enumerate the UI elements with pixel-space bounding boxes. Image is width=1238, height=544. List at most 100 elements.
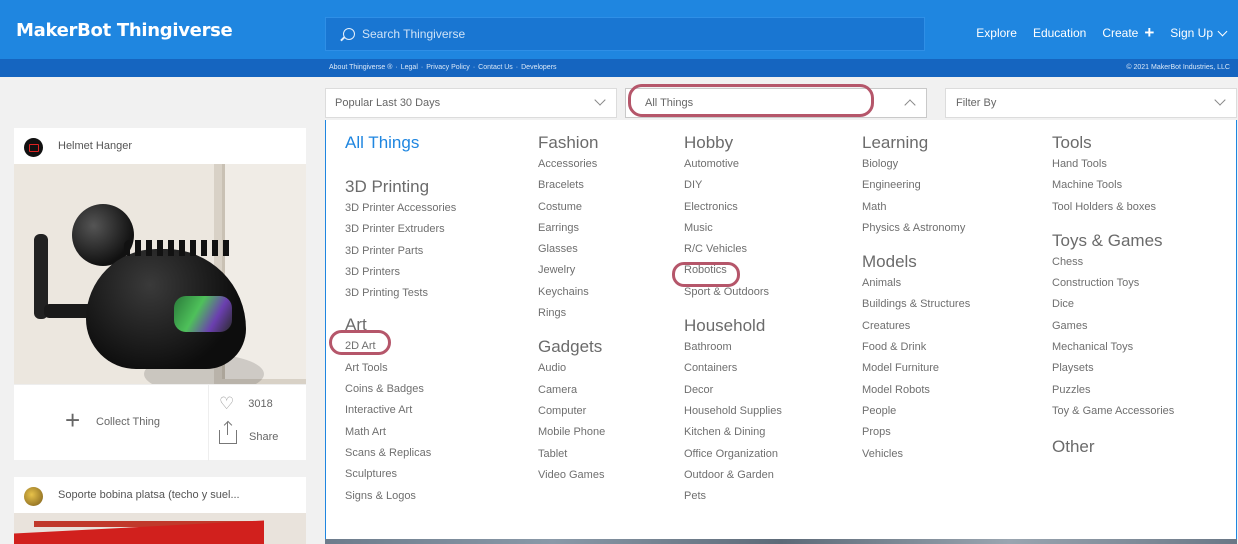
subcategory-signs-logos[interactable]: Signs & Logos [345,486,456,507]
thing-image[interactable] [14,513,306,544]
subcategory-coins-badges[interactable]: Coins & Badges [345,379,456,400]
subcategory-mechanical-toys[interactable]: Mechanical Toys [1052,337,1174,358]
footer-link[interactable]: Privacy Policy [426,64,470,71]
site-logo[interactable]: MakerBot Thingiverse [16,20,233,41]
thing-image[interactable] [14,164,306,384]
subcategory-vehicles[interactable]: Vehicles [862,444,970,465]
subcategory-playsets[interactable]: Playsets [1052,358,1174,379]
subcategory-3d-printer-parts[interactable]: 3D Printer Parts [345,241,456,262]
subcategory-people[interactable]: People [862,401,970,422]
subcategory-dice[interactable]: Dice [1052,294,1174,315]
subcategory-household-supplies[interactable]: Household Supplies [684,401,782,422]
subcategory-video-games[interactable]: Video Games [538,465,605,486]
subcategory-audio[interactable]: Audio [538,358,605,379]
subcategory-2d-art[interactable]: 2D Art [345,336,456,357]
subcategory-biology[interactable]: Biology [862,154,970,175]
category-3d-printing[interactable]: 3D Printing [345,176,456,198]
subcategory-3d-printer-extruders[interactable]: 3D Printer Extruders [345,219,456,240]
subcategory-jewelry[interactable]: Jewelry [538,260,605,281]
footer-link[interactable]: About Thingiverse ® [329,64,392,71]
subcategory-decor[interactable]: Decor [684,380,782,401]
subcategory-model-robots[interactable]: Model Robots [862,380,970,401]
subcategory-diy[interactable]: DIY [684,175,782,196]
category-learning[interactable]: Learning [862,132,970,154]
card-title[interactable]: Soporte bobina platsa (techo y suel... [58,489,240,501]
subcategory-engineering[interactable]: Engineering [862,175,970,196]
nav-education[interactable]: Education [1033,26,1086,40]
footer-link[interactable]: Legal [401,64,418,71]
collect-thing-button[interactable]: + Collect Thing [14,385,209,461]
subcategory-computer[interactable]: Computer [538,401,605,422]
filter-by-dropdown[interactable]: Filter By [945,88,1237,118]
category-hobby[interactable]: Hobby [684,132,782,154]
subcategory-pets[interactable]: Pets [684,486,782,507]
subcategory-sport-outdoors[interactable]: Sport & Outdoors [684,282,782,303]
subcategory-3d-printers[interactable]: 3D Printers [345,262,456,283]
footer-link[interactable]: Contact Us [478,64,513,71]
thing-card[interactable]: Soporte bobina platsa (techo y suel... [14,477,306,544]
subcategory-toy-game-accessories[interactable]: Toy & Game Accessories [1052,401,1174,422]
thing-card[interactable]: Helmet Hanger + Collect Thing ♡ 3018 Sha… [14,128,306,461]
subcategory-r-c-vehicles[interactable]: R/C Vehicles [684,239,782,260]
subcategory-kitchen-dining[interactable]: Kitchen & Dining [684,422,782,443]
avatar[interactable] [24,138,43,157]
nav-create[interactable]: Create + [1102,24,1154,41]
subcategory-puzzles[interactable]: Puzzles [1052,380,1174,401]
subcategory-math[interactable]: Math [862,197,970,218]
subcategory-model-furniture[interactable]: Model Furniture [862,358,970,379]
like-button[interactable]: ♡ 3018 [219,395,273,412]
nav-signup[interactable]: Sign Up [1170,26,1228,40]
subcategory-tool-holders-boxes[interactable]: Tool Holders & boxes [1052,197,1174,218]
subcategory-buildings-structures[interactable]: Buildings & Structures [862,294,970,315]
nav-explore[interactable]: Explore [976,26,1017,40]
card-title[interactable]: Helmet Hanger [58,140,132,152]
category-gadgets[interactable]: Gadgets [538,336,605,358]
subcategory-camera[interactable]: Camera [538,380,605,401]
subcategory-office-organization[interactable]: Office Organization [684,444,782,465]
subcategory-interactive-art[interactable]: Interactive Art [345,400,456,421]
subcategory-3d-printing-tests[interactable]: 3D Printing Tests [345,283,456,304]
subcategory-games[interactable]: Games [1052,316,1174,337]
subcategory-bracelets[interactable]: Bracelets [538,175,605,196]
category-models[interactable]: Models [862,251,970,273]
subcategory-tablet[interactable]: Tablet [538,444,605,465]
subcategory-hand-tools[interactable]: Hand Tools [1052,154,1174,175]
subcategory-mobile-phone[interactable]: Mobile Phone [538,422,605,443]
subcategory-math-art[interactable]: Math Art [345,422,456,443]
search-box[interactable] [325,17,925,51]
subcategory-sculptures[interactable]: Sculptures [345,464,456,485]
share-button[interactable]: Share [219,422,278,444]
subcategory-3d-printer-accessories[interactable]: 3D Printer Accessories [345,198,456,219]
subcategory-robotics[interactable]: Robotics [684,260,782,281]
search-input[interactable] [362,24,902,44]
subcategory-accessories[interactable]: Accessories [538,154,605,175]
subcategory-containers[interactable]: Containers [684,358,782,379]
category-art[interactable]: Art [345,314,456,336]
subcategory-keychains[interactable]: Keychains [538,282,605,303]
subcategory-electronics[interactable]: Electronics [684,197,782,218]
subcategory-rings[interactable]: Rings [538,303,605,324]
subcategory-construction-toys[interactable]: Construction Toys [1052,273,1174,294]
subcategory-earrings[interactable]: Earrings [538,218,605,239]
subcategory-outdoor-garden[interactable]: Outdoor & Garden [684,465,782,486]
category-fashion[interactable]: Fashion [538,132,605,154]
subcategory-animals[interactable]: Animals [862,273,970,294]
category-other[interactable]: Other [1052,436,1174,458]
subcategory-bathroom[interactable]: Bathroom [684,337,782,358]
subcategory-food-drink[interactable]: Food & Drink [862,337,970,358]
category-household[interactable]: Household [684,315,782,337]
subcategory-art-tools[interactable]: Art Tools [345,358,456,379]
subcategory-props[interactable]: Props [862,422,970,443]
subcategory-physics-astronomy[interactable]: Physics & Astronomy [862,218,970,239]
subcategory-music[interactable]: Music [684,218,782,239]
subcategory-automotive[interactable]: Automotive [684,154,782,175]
subcategory-chess[interactable]: Chess [1052,252,1174,273]
subcategory-machine-tools[interactable]: Machine Tools [1052,175,1174,196]
category-dropdown[interactable]: All Things [625,88,927,118]
subcategory-costume[interactable]: Costume [538,197,605,218]
footer-link[interactable]: Developers [521,64,556,71]
category-all-things[interactable]: All Things [345,132,456,154]
category-toys-games[interactable]: Toys & Games [1052,230,1174,252]
subcategory-glasses[interactable]: Glasses [538,239,605,260]
avatar[interactable] [24,487,43,506]
